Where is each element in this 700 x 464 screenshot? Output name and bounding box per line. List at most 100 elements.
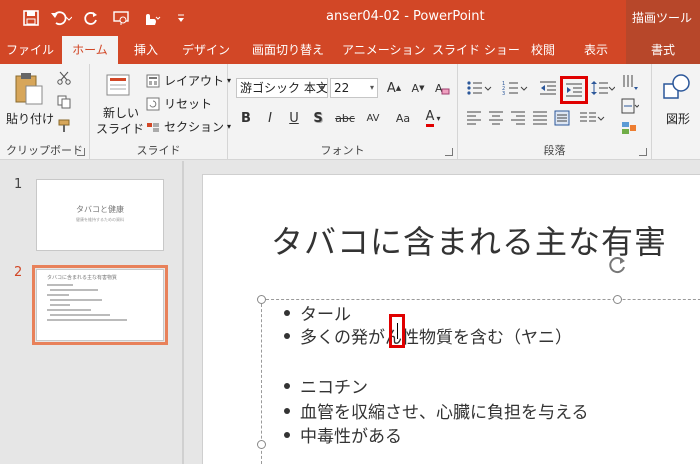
decrease-font-size-icon[interactable]: A ▼: [408, 78, 428, 98]
cut-icon[interactable]: [54, 68, 74, 88]
thumbnail-2-title: タバコに含まれる主な有害物質: [47, 275, 118, 281]
increase-font-size-icon[interactable]: A ▲: [384, 78, 404, 98]
convert-to-smartart-icon[interactable]: [620, 118, 640, 138]
columns-icon[interactable]: [578, 108, 606, 128]
new-slide-label-2: スライド: [96, 122, 145, 136]
font-launcher-icon[interactable]: [445, 148, 453, 156]
distributed-icon[interactable]: [552, 108, 572, 128]
tab-file[interactable]: ファイル: [6, 36, 54, 64]
align-center-icon[interactable]: [486, 108, 506, 128]
thumbnail-1-subtitle: 健康を維持するための資料: [76, 217, 124, 222]
clear-formatting-icon[interactable]: A: [432, 78, 452, 98]
tab-format[interactable]: 書式: [626, 36, 700, 64]
undo-icon[interactable]: [46, 6, 76, 30]
font-color-letter: A: [425, 109, 435, 127]
paragraph-launcher-icon[interactable]: [639, 148, 647, 156]
bullet-text: 中毒性がある: [300, 427, 402, 447]
bullet-item: 中毒性がある: [284, 422, 402, 447]
shapes-label: 図形: [666, 112, 691, 126]
font-name-arrow-icon: ▾: [319, 83, 324, 92]
layout-icon: [146, 74, 160, 87]
new-slide-button[interactable]: 新しい スライド: [96, 70, 145, 138]
section-label: セクション: [164, 120, 225, 134]
context-group-label: 描画ツール: [626, 0, 700, 36]
slide-thumbnail-2[interactable]: タバコに含まれる主な有害物質: [32, 265, 168, 345]
bullet-icon: [284, 431, 290, 438]
text-direction-icon[interactable]: [620, 72, 640, 92]
paragraph-group-label: 段落: [543, 144, 566, 157]
increase-indent-icon[interactable]: [560, 76, 588, 104]
tab-animations[interactable]: アニメーション: [342, 36, 426, 64]
paste-icon: [15, 73, 43, 105]
font-size-arrow-icon: ▾: [369, 83, 374, 92]
resize-handle-top-left[interactable]: [257, 295, 266, 304]
slide-thumbnail-pane: 1 タバコと健康 健康を維持するための資料 2 タバコに含まれる主な有害物質: [0, 161, 180, 464]
font-name-dropdown[interactable]: 游ゴシック 本文 ▾: [236, 78, 328, 98]
pane-splitter[interactable]: [182, 161, 184, 464]
layout-button[interactable]: レイアウト ▾: [146, 72, 231, 89]
paste-button[interactable]: 貼り付け: [6, 70, 54, 134]
bullet-item: タール: [284, 300, 351, 325]
save-icon[interactable]: [16, 6, 46, 30]
touch-mode-icon[interactable]: [136, 6, 166, 30]
repeat-icon[interactable]: [76, 6, 106, 30]
tab-review[interactable]: 校閲: [526, 36, 560, 64]
resize-handle-middle-left[interactable]: [257, 440, 266, 449]
underline-button[interactable]: U: [284, 108, 304, 128]
bullet-item: ニコチン: [284, 373, 368, 398]
thumbnail-2-body-lines: [47, 284, 137, 321]
tab-insert[interactable]: 挿入: [126, 36, 166, 64]
clipboard-group-label: クリップボード: [6, 144, 83, 157]
bullet-text: ニコチン: [300, 378, 368, 398]
bullet-text: 多くの発がん性物質を含む（ヤニ）: [300, 328, 572, 348]
decrease-indent-icon[interactable]: [538, 78, 558, 98]
quick-access-toolbar: [16, 6, 196, 30]
resize-handle-top-center[interactable]: [613, 295, 622, 304]
present-from-start-icon[interactable]: [106, 6, 136, 30]
group-slides: 新しい スライド レイアウト ▾ リセット セクション ▾ スライド: [90, 64, 231, 160]
bullets-icon[interactable]: [464, 78, 494, 98]
clipboard-launcher-icon[interactable]: [77, 148, 85, 156]
shadow-button[interactable]: S: [308, 108, 328, 128]
format-painter-icon[interactable]: [54, 116, 74, 136]
numbering-icon[interactable]: 123: [500, 78, 530, 98]
group-drawing: 図形: [652, 64, 700, 160]
strikethrough-button[interactable]: abc: [332, 108, 358, 128]
shapes-button[interactable]: 図形: [658, 70, 698, 134]
bullet-icon: [284, 332, 290, 339]
italic-button[interactable]: I: [260, 108, 280, 128]
reset-button[interactable]: リセット: [146, 95, 212, 112]
align-left-icon[interactable]: [464, 108, 484, 128]
slide-thumbnail-1[interactable]: タバコと健康 健康を維持するための資料: [36, 179, 164, 251]
bullet-text: タール: [300, 305, 351, 325]
font-size-dropdown[interactable]: 22 ▾: [330, 78, 378, 98]
align-right-icon[interactable]: [508, 108, 528, 128]
line-spacing-icon[interactable]: [590, 78, 616, 98]
rotate-handle-icon[interactable]: [608, 255, 628, 275]
tab-view[interactable]: 表示: [576, 36, 616, 64]
ribbon: 貼り付け クリップボード 新しい スライド レイアウト ▾ リセット セクション…: [0, 64, 700, 160]
paste-label: 貼り付け: [6, 112, 55, 126]
thumbnail-number-1: 1: [14, 177, 23, 192]
ribbon-tabs: ファイル ホーム 挿入 デザイン 画面切り替え アニメーション スライド ショー…: [0, 36, 700, 64]
tab-slideshow[interactable]: スライド ショー: [432, 36, 520, 64]
font-color-button[interactable]: A ▾: [422, 108, 444, 128]
customize-qat-icon[interactable]: [166, 6, 196, 30]
slides-group-label: スライド: [136, 144, 181, 157]
body-text-box[interactable]: タール 多くの発がん性物質を含む（ヤニ） ニコチン 血管を収縮させ、心臓に負担を…: [257, 295, 700, 464]
new-slide-label-1: 新しい: [103, 106, 140, 120]
bold-button[interactable]: B: [236, 108, 256, 128]
section-button[interactable]: セクション ▾: [146, 118, 231, 135]
font-size-value: 22: [334, 81, 350, 95]
tab-design[interactable]: デザイン: [180, 36, 232, 64]
change-case-button[interactable]: Aa: [390, 108, 416, 128]
justify-icon[interactable]: [530, 108, 550, 128]
group-paragraph: 123 段落: [458, 64, 652, 160]
character-spacing-button[interactable]: AV: [360, 108, 386, 128]
tab-transitions[interactable]: 画面切り替え: [248, 36, 328, 64]
slide-canvas[interactable]: タバコに含まれる主な有害 タール 多くの発がん性物質を含む（ヤニ） ニコチン 血…: [202, 174, 700, 464]
tab-home[interactable]: ホーム: [62, 36, 118, 64]
align-text-icon[interactable]: [620, 96, 640, 116]
bullet-item: 多くの発がん性物質を含む（ヤニ）: [284, 323, 572, 348]
copy-icon[interactable]: [54, 92, 74, 112]
